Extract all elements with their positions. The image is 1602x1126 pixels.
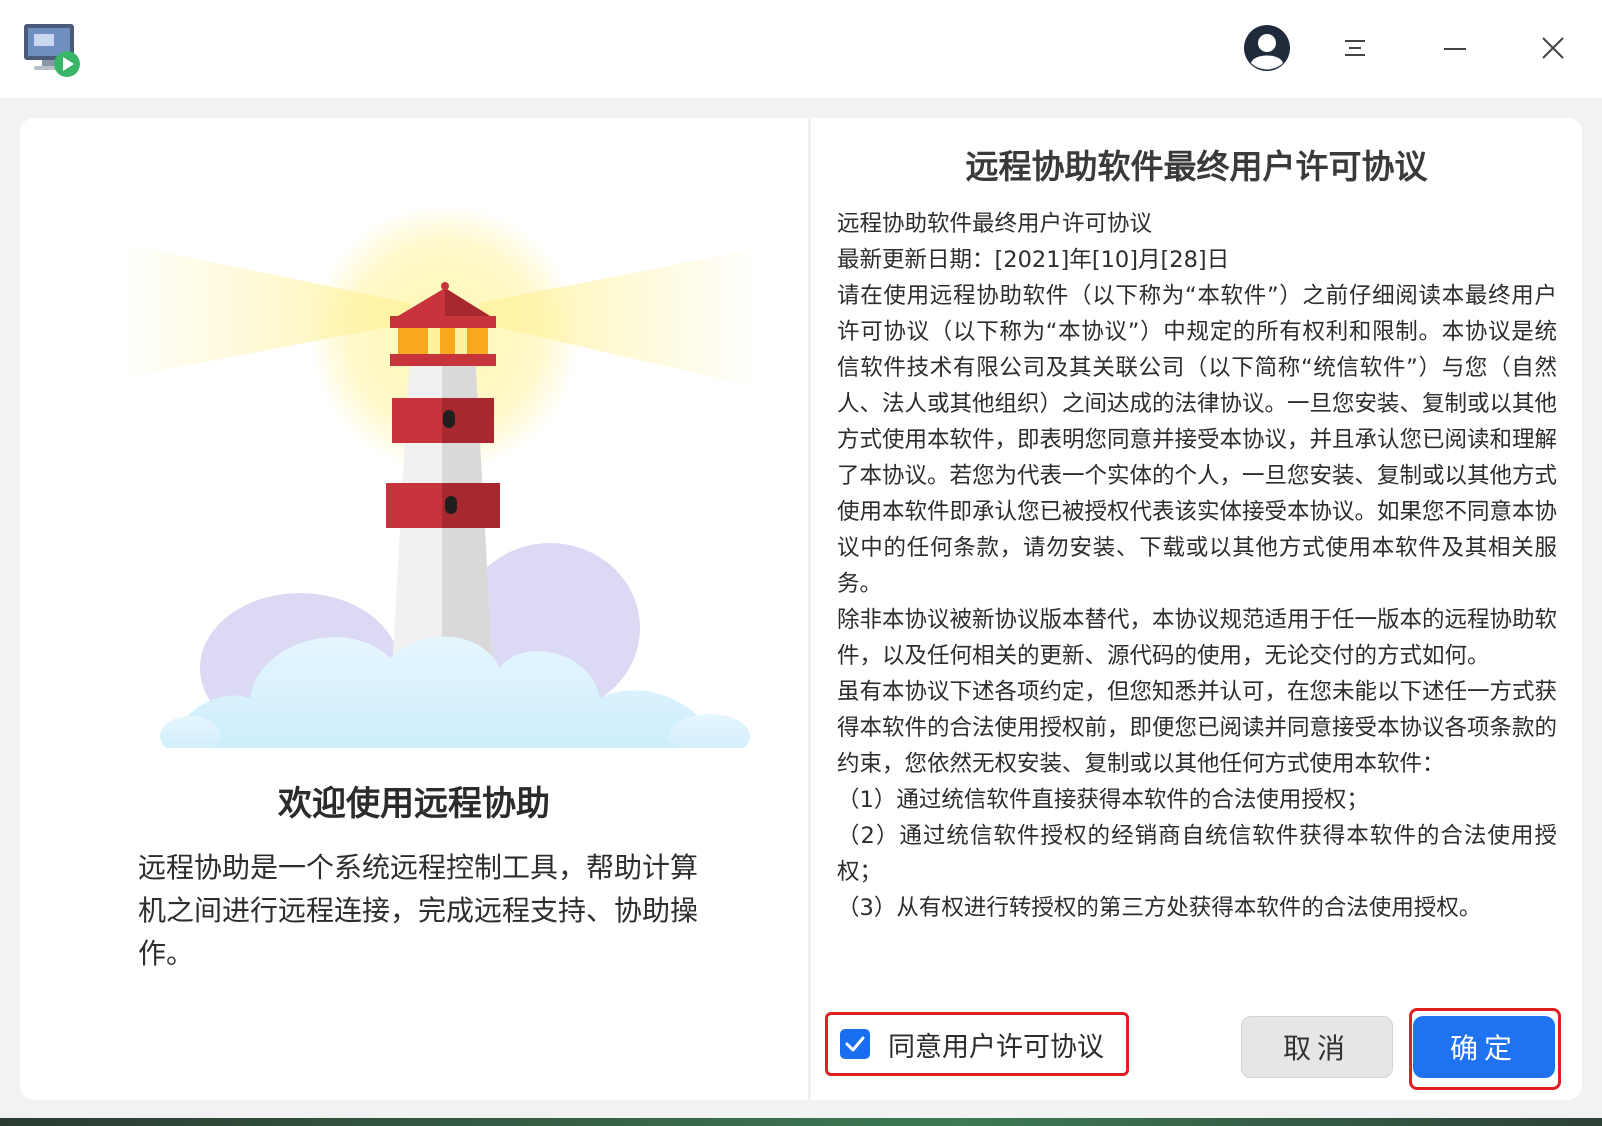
license-paragraph: （2）通过统信软件授权的经销商自统信软件获得本软件的合法使用授权；	[837, 823, 1557, 885]
license-text-scroll-area[interactable]: 远程协助软件最终用户许可协议 最新更新日期：[2021]年[10]月[28]日 …	[837, 206, 1557, 992]
confirm-button[interactable]: 确定	[1413, 1016, 1555, 1078]
license-paragraph: （3）从有权进行转授权的第三方处获得本软件的合法使用授权。	[837, 895, 1482, 921]
close-button[interactable]	[1523, 18, 1583, 78]
welcome-title: 欢迎使用远程协助	[278, 784, 550, 824]
minimize-icon	[1444, 48, 1466, 50]
title-bar	[0, 0, 1602, 98]
license-paragraph: 远程协助软件最终用户许可协议	[837, 211, 1153, 237]
agree-checkbox[interactable]	[840, 1029, 870, 1059]
menu-button[interactable]	[1325, 18, 1385, 78]
user-avatar-icon	[1244, 25, 1290, 71]
agree-checkbox-highlight: 同意用户许可协议	[825, 1012, 1129, 1076]
cancel-button[interactable]: 取消	[1241, 1016, 1393, 1078]
checkmark-icon	[845, 1036, 865, 1052]
close-icon	[1542, 37, 1564, 59]
agree-checkbox-label[interactable]: 同意用户许可协议	[888, 1025, 1104, 1064]
lighthouse-illustration	[120, 203, 760, 748]
license-paragraph: 虽有本协议下述各项约定，但您知悉并认可，在您未能以下述任一方式获得本软件的合法使…	[837, 679, 1557, 777]
license-title: 远程协助软件最终用户许可协议	[965, 147, 1428, 186]
license-paragraph: （1）通过统信软件直接获得本软件的合法使用授权；	[837, 787, 1369, 813]
desktop-background-strip	[0, 1118, 1602, 1126]
user-avatar-button[interactable]	[1237, 18, 1297, 78]
license-paragraph: 请在使用远程协助软件（以下称为“本软件”）之前仔细阅读本最终用户许可协议（以下称…	[837, 283, 1557, 597]
remote-assist-app-icon	[22, 20, 84, 82]
license-paragraph: 除非本协议被新协议版本替代，本协议规范适用于任一版本的远程协助软件，以及任何相关…	[837, 607, 1557, 669]
welcome-panel: 欢迎使用远程协助 远程协助是一个系统远程控制工具，帮助计算机之间进行远程连接，完…	[20, 118, 808, 1100]
license-panel: 远程协助软件最终用户许可协议 远程协助软件最终用户许可协议 最新更新日期：[20…	[811, 118, 1582, 1100]
menu-icon	[1345, 40, 1365, 56]
minimize-button[interactable]	[1425, 18, 1485, 78]
welcome-description: 远程协助是一个系统远程控制工具，帮助计算机之间进行远程连接，完成远程支持、协助操…	[138, 851, 699, 970]
license-paragraph: 最新更新日期：[2021]年[10]月[28]日	[837, 247, 1230, 273]
